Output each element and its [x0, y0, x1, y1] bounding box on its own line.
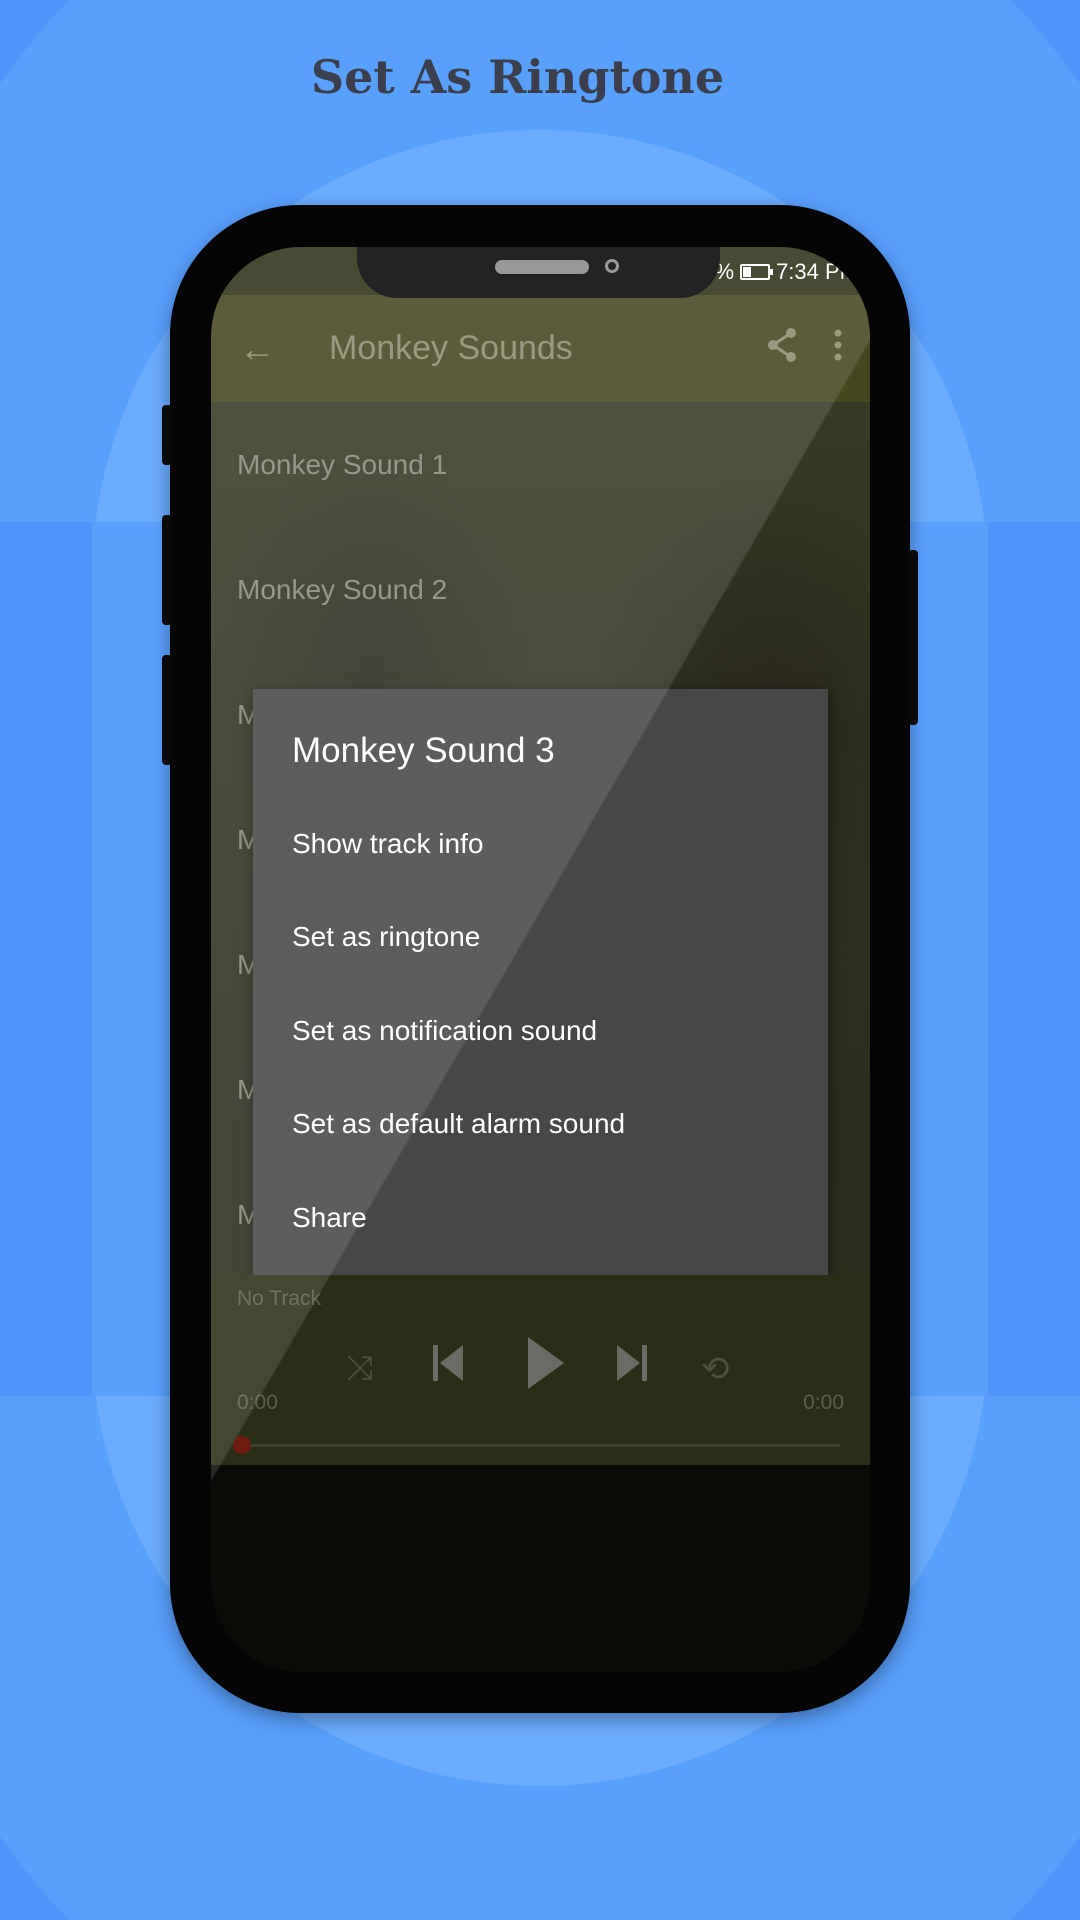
more-vert-icon[interactable]: [834, 329, 842, 369]
list-item[interactable]: Monkey Sound 2: [211, 527, 870, 652]
phone-button: [162, 405, 172, 465]
shuffle-icon[interactable]: ⤨: [346, 1349, 373, 1388]
seek-handle[interactable]: [233, 1436, 251, 1454]
next-icon[interactable]: [615, 1343, 649, 1394]
menu-item-set-alarm[interactable]: Set as default alarm sound: [292, 1078, 828, 1172]
dialog-title: Monkey Sound 3: [292, 731, 555, 770]
repeat-icon[interactable]: ⟲: [701, 1349, 730, 1389]
page-title: Set As Ringtone: [310, 50, 725, 104]
track-name: No Track: [237, 1287, 322, 1310]
menu-item-set-notification[interactable]: Set as notification sound: [292, 984, 828, 1078]
back-arrow-icon[interactable]: ←: [239, 328, 275, 370]
phone-button: [908, 550, 918, 725]
battery-icon: [740, 264, 774, 280]
phone-frame: 5% 7:34 PM ← Monkey Sounds Monkey Sound …: [162, 205, 918, 1713]
previous-icon[interactable]: [431, 1343, 465, 1394]
clock: 7:34 PM: [776, 259, 858, 284]
speaker: [495, 260, 589, 274]
app-bar: ← Monkey Sounds: [211, 295, 870, 402]
phone-button: [162, 655, 172, 765]
play-icon[interactable]: [526, 1335, 566, 1402]
player-bar: No Track ⤨ ⟲ 0:00 0:00: [211, 1275, 870, 1465]
share-icon[interactable]: [766, 327, 798, 371]
front-camera: [605, 259, 619, 273]
seek-bar[interactable]: [247, 1444, 840, 1447]
app-title: Monkey Sounds: [329, 329, 573, 367]
phone-button: [162, 515, 172, 625]
elapsed-time: 0:00: [237, 1391, 278, 1414]
menu-item-show-track-info[interactable]: Show track info: [292, 797, 828, 891]
menu-item-set-ringtone[interactable]: Set as ringtone: [292, 891, 828, 985]
context-menu-dialog: Monkey Sound 3 Show track info Set as ri…: [253, 689, 828, 1275]
duration-time: 0:00: [803, 1391, 844, 1414]
list-item[interactable]: Monkey Sound 1: [211, 402, 870, 527]
menu-item-share[interactable]: Share: [292, 1171, 828, 1265]
phone-screen: 5% 7:34 PM ← Monkey Sounds Monkey Sound …: [211, 247, 870, 1672]
notch: [357, 247, 720, 298]
